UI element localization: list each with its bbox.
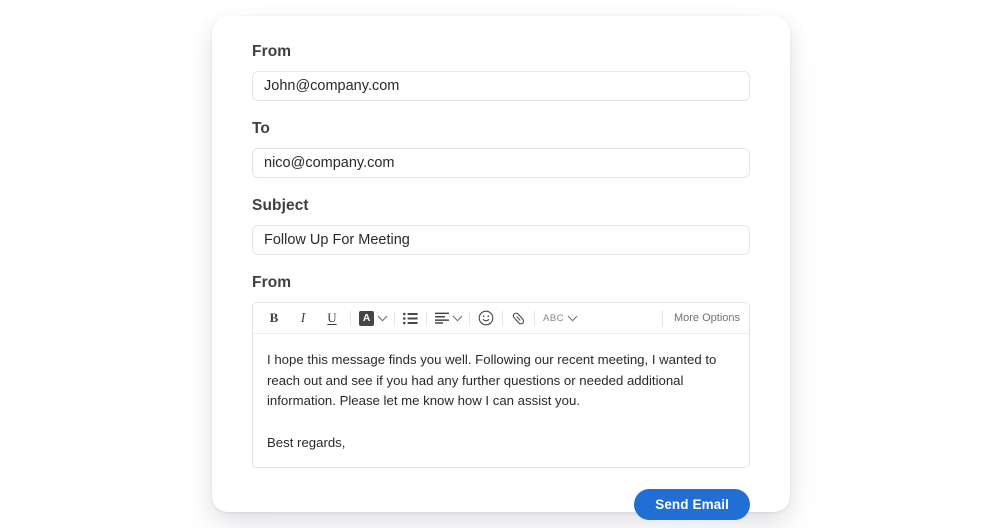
editor-toolbar: B I U A ABC More Options	[253, 303, 749, 334]
field-to: To	[252, 119, 750, 178]
chevron-down-icon	[452, 310, 463, 321]
actions-row: Send Email	[252, 489, 750, 520]
align-icon	[435, 312, 449, 324]
align-button[interactable]	[435, 307, 463, 329]
field-body-label: From	[252, 274, 292, 291]
app-root: From To Subject From B I U	[0, 0, 1003, 528]
field-from: From	[252, 42, 750, 101]
rich-text-editor: B I U A ABC More Options I hope this mes…	[252, 302, 750, 468]
send-email-button[interactable]: Send Email	[634, 489, 750, 520]
field-to-label: To	[252, 120, 270, 137]
field-body: From B I U A ABC More Options I hope thi…	[252, 273, 750, 468]
field-subject-label: Subject	[252, 197, 309, 214]
link-icon[interactable]	[511, 307, 526, 329]
spellcheck-button[interactable]: ABC	[543, 307, 578, 329]
text-color-button[interactable]: A	[359, 307, 388, 329]
toolbar-divider	[394, 310, 395, 326]
toolbar-divider	[469, 310, 470, 326]
toolbar-divider	[502, 310, 503, 326]
underline-icon[interactable]: U	[322, 307, 342, 329]
toolbar-divider	[426, 310, 427, 326]
subject-input[interactable]	[252, 225, 750, 255]
field-subject: Subject	[252, 196, 750, 255]
from-input[interactable]	[252, 71, 750, 101]
text-color-icon: A	[359, 310, 374, 326]
field-from-label: From	[252, 43, 292, 60]
bold-icon[interactable]: B	[264, 307, 284, 329]
message-body[interactable]: I hope this message finds you well. Foll…	[253, 334, 749, 467]
compose-email-card: From To Subject From B I U	[212, 16, 790, 520]
bulleted-list-icon[interactable]	[403, 307, 418, 329]
spellcheck-label: ABC	[543, 312, 565, 324]
to-input[interactable]	[252, 148, 750, 178]
more-options-button[interactable]: More Options	[661, 309, 740, 327]
emoji-icon[interactable]	[478, 307, 494, 329]
toolbar-divider	[534, 310, 535, 326]
chevron-down-icon	[567, 310, 578, 321]
italic-icon[interactable]: I	[293, 307, 313, 329]
message-paragraph: I hope this message finds you well. Foll…	[267, 352, 717, 408]
toolbar-divider	[350, 310, 351, 326]
message-signature: Best regards,	[267, 434, 346, 450]
chevron-down-icon	[377, 310, 388, 321]
